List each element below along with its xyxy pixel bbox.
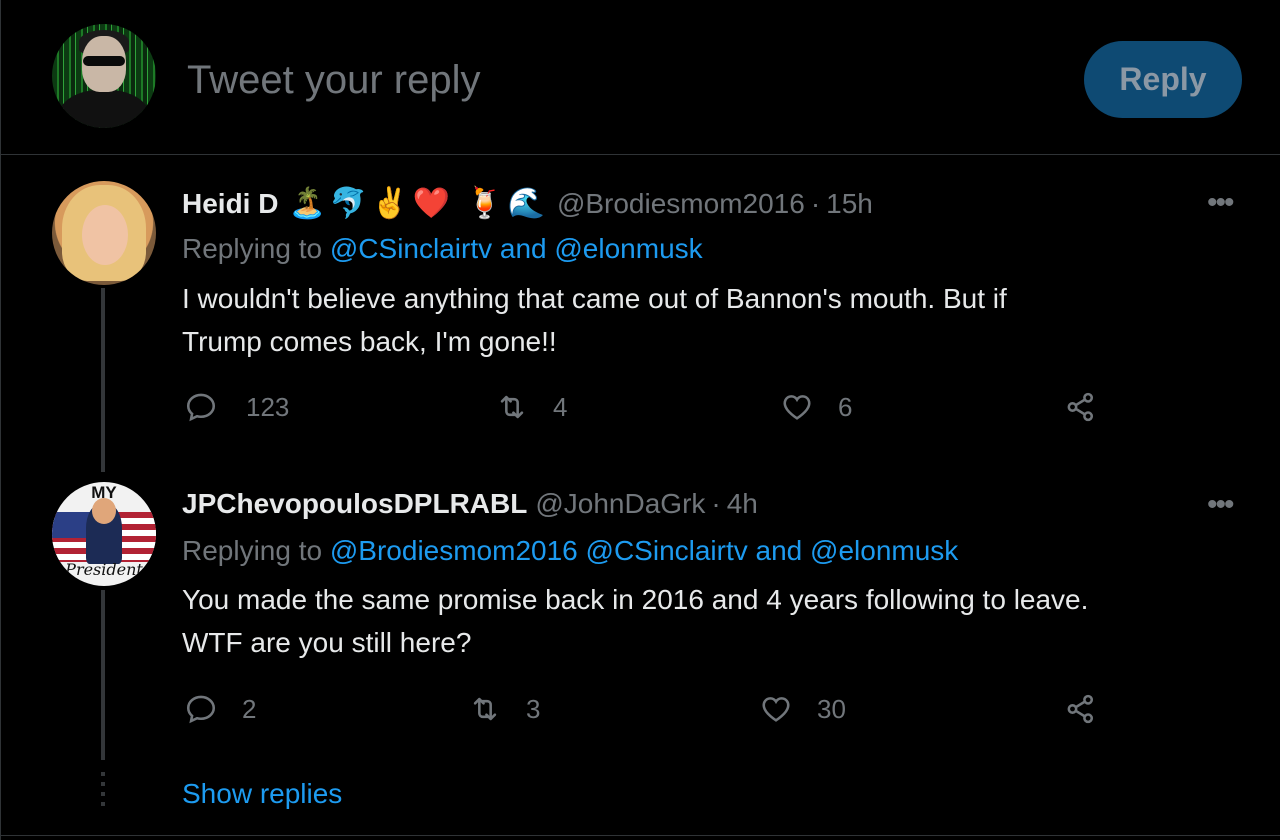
more-options-icon[interactable]: ••• (1207, 188, 1234, 218)
replying-prefix: Replying to (182, 233, 323, 264)
tweet-actions: 123 4 6 (1, 390, 1280, 430)
replying-mentions[interactable]: @Brodiesmom2016 @CSinclairtv and @elonmu… (330, 535, 958, 566)
like-count: 6 (838, 391, 853, 422)
reply-icon (186, 695, 216, 724)
tweet-text-line: I wouldn't believe anything that came ou… (182, 283, 1007, 314)
reply-input[interactable]: Tweet your reply (187, 58, 480, 103)
retweet-icon (500, 395, 524, 419)
avatar-text-top: MY (91, 483, 117, 502)
replying-mentions[interactable]: @CSinclairtv and @elonmusk (330, 233, 703, 264)
like-action[interactable]: 30 (759, 692, 846, 726)
share-action[interactable] (1064, 390, 1098, 424)
reply-composer: Tweet your reply Reply (1, 0, 1280, 155)
tweet-text-line: You made the same promise back in 2016 a… (182, 584, 1089, 615)
like-count: 30 (817, 693, 846, 724)
timestamp[interactable]: 4h (727, 488, 758, 520)
separator-dot: · (810, 187, 821, 219)
reply-button[interactable]: Reply (1084, 41, 1242, 118)
display-name[interactable]: Heidi D (182, 188, 278, 220)
retweet-action[interactable]: 4 (495, 390, 567, 424)
name-emojis: 🏝️🐬✌️❤️ 🍹🌊 (288, 187, 549, 220)
avatar-face (82, 205, 128, 265)
more-options-icon[interactable]: ••• (1207, 490, 1234, 520)
replying-to: Replying to @CSinclairtv and @elonmusk (182, 233, 703, 265)
replying-to: Replying to @Brodiesmom2016 @CSinclairtv… (182, 535, 958, 567)
tweet-text-line: WTF are you still here? (182, 627, 472, 658)
my-avatar[interactable] (52, 24, 156, 128)
tweet-header: Heidi D 🏝️🐬✌️❤️ 🍹🌊 @Brodiesmom2016 · 15h (182, 186, 873, 221)
author-avatar[interactable]: MY President (52, 482, 156, 586)
like-action[interactable]: 6 (780, 390, 852, 424)
tweet-text: You made the same promise back in 2016 a… (182, 578, 1242, 664)
tweet-header: JPChevopoulosDPLRABL @JohnDaGrk · 4h (182, 488, 758, 520)
retweet-icon (473, 697, 497, 721)
avatar-coat (58, 90, 150, 128)
retweet-count: 3 (526, 693, 541, 724)
replying-prefix: Replying to (182, 535, 323, 566)
heart-icon (783, 395, 811, 420)
thread-line (101, 590, 105, 760)
retweet-action[interactable]: 3 (468, 692, 540, 726)
avatar-glasses (83, 56, 125, 66)
retweet-count: 4 (553, 391, 568, 422)
handle[interactable]: @Brodiesmom2016 (557, 188, 805, 220)
share-action[interactable] (1064, 692, 1098, 726)
reply-count: 2 (242, 693, 257, 724)
reply-icon (186, 393, 216, 422)
heart-icon (762, 697, 790, 722)
tweet-actions: 2 3 30 (1, 692, 1280, 732)
reply-action[interactable]: 2 (184, 692, 256, 726)
timestamp[interactable]: 15h (826, 188, 873, 220)
display-name[interactable]: JPChevopoulosDPLRABL (182, 488, 527, 520)
divider (1, 835, 1280, 836)
thread-continuation-dots (101, 772, 105, 812)
timeline-frame: Tweet your reply Reply Heidi D 🏝️🐬✌️❤️ 🍹… (0, 0, 1280, 840)
thread-line (101, 288, 105, 472)
tweet-text-line: Trump comes back, I'm gone!! (182, 326, 557, 357)
share-icon (1067, 694, 1094, 724)
handle[interactable]: @JohnDaGrk (535, 488, 705, 520)
reply-count: 123 (246, 391, 290, 422)
reply-action[interactable]: 123 (184, 390, 289, 424)
show-replies-link[interactable]: Show replies (182, 778, 342, 810)
tweet-text: I wouldn't believe anything that came ou… (182, 277, 1242, 363)
avatar-text-bottom: President (65, 560, 143, 579)
author-avatar[interactable] (52, 181, 156, 285)
share-icon (1067, 392, 1094, 422)
separator-dot: · (711, 488, 721, 519)
